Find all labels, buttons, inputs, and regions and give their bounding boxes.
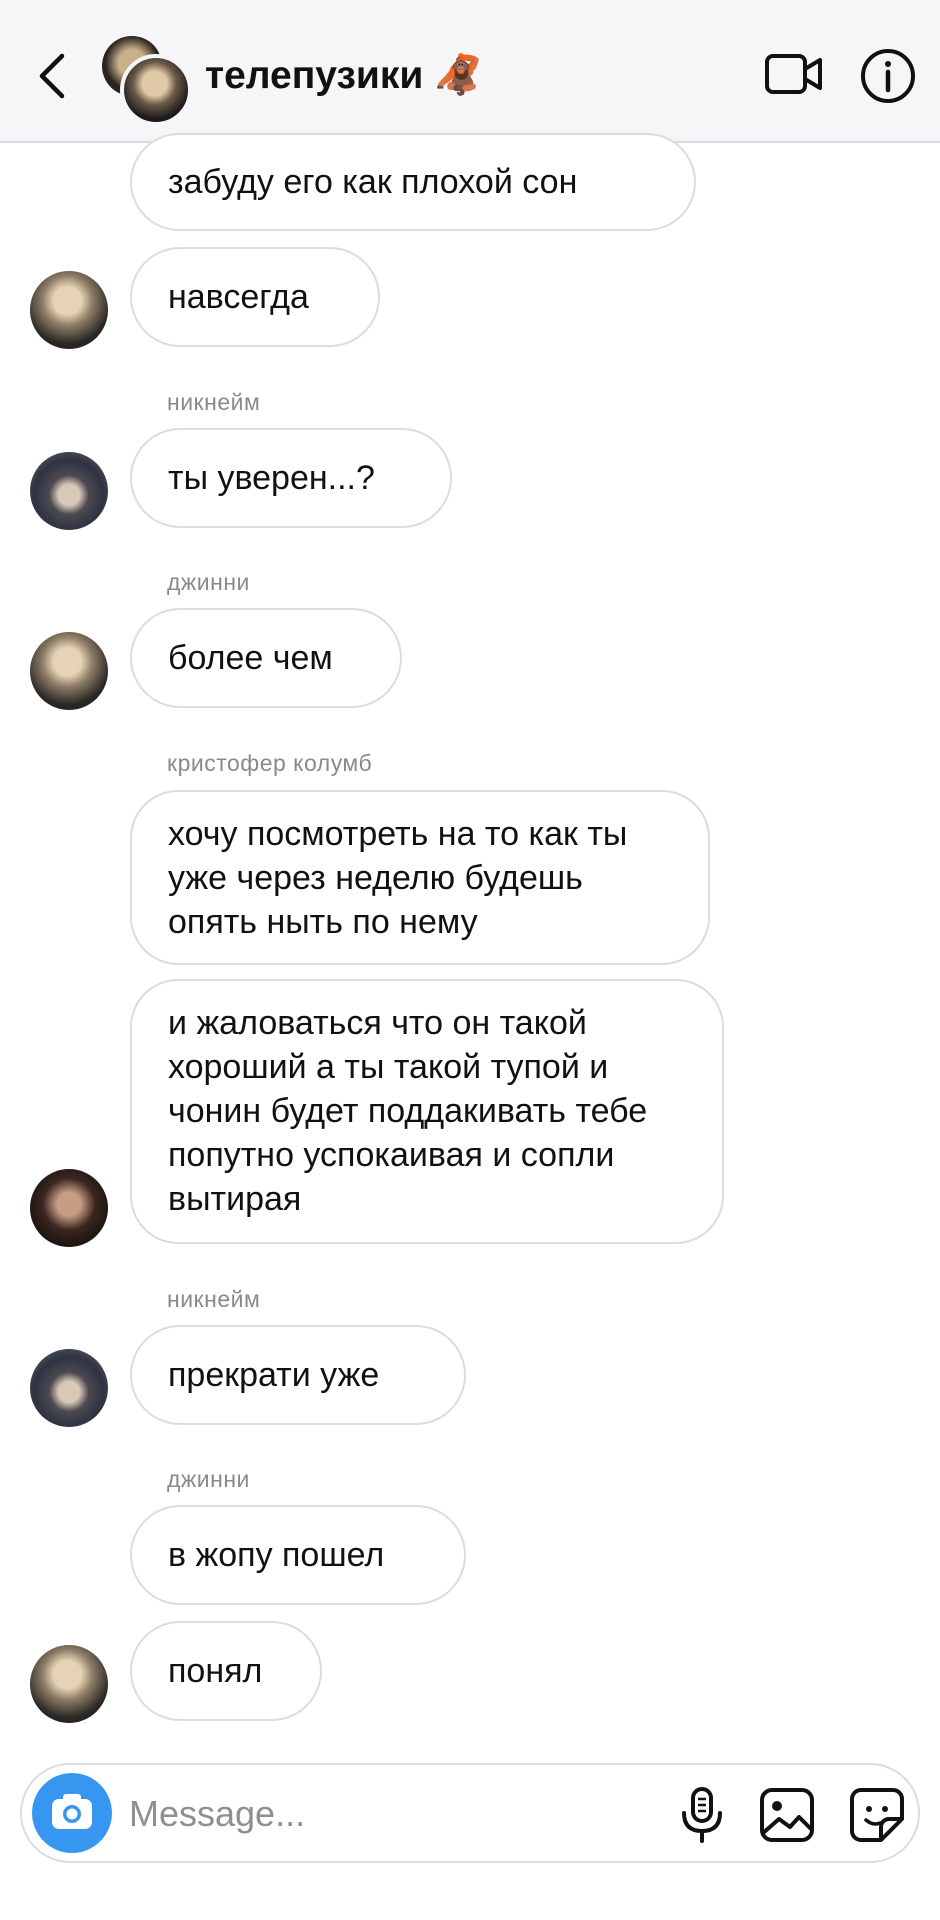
message-bubble[interactable]: ты уверен...? <box>130 428 452 528</box>
avatar[interactable] <box>30 1349 108 1427</box>
group-avatar[interactable] <box>102 36 192 126</box>
group-avatar-front <box>120 54 192 126</box>
microphone-icon[interactable] <box>672 1785 732 1845</box>
message-bubble[interactable]: понял <box>130 1621 322 1721</box>
avatar[interactable] <box>30 1169 108 1247</box>
message-text: навсегда <box>168 278 309 316</box>
message-text: в жопу пошел <box>168 1536 385 1574</box>
avatar[interactable] <box>30 452 108 530</box>
message-text: забуду его как плохой сон <box>168 163 578 201</box>
message-bubble[interactable]: навсегда <box>130 247 380 347</box>
chevron-left-icon[interactable] <box>30 46 74 106</box>
message-bubble[interactable]: в жопу пошел <box>130 1505 466 1605</box>
chat-title[interactable]: телепузики 🦧 <box>205 52 483 98</box>
avatar[interactable] <box>30 271 108 349</box>
sender-name: джинни <box>167 1466 250 1492</box>
message-text: и жаловаться что он такой хороший а ты т… <box>168 1004 648 1218</box>
message-composer <box>20 1763 920 1863</box>
sender-name: кристофер колумб <box>167 750 373 776</box>
camera-button[interactable] <box>32 1773 112 1853</box>
sticker-icon[interactable] <box>847 1785 907 1845</box>
video-camera-icon[interactable] <box>764 50 824 98</box>
message-text: более чем <box>168 639 333 677</box>
message-text: понял <box>168 1652 263 1690</box>
message-bubble[interactable]: хочу посмотреть на то как ты уже через н… <box>130 790 710 965</box>
avatar[interactable] <box>30 632 108 710</box>
message-bubble[interactable]: прекрати уже <box>130 1325 466 1425</box>
message-bubble[interactable]: более чем <box>130 608 402 708</box>
message-input[interactable] <box>127 1785 651 1843</box>
avatar[interactable] <box>30 1645 108 1723</box>
gallery-icon[interactable] <box>757 1785 817 1845</box>
chat-header: телепузики 🦧 <box>0 0 940 143</box>
message-text: прекрати уже <box>168 1356 380 1394</box>
message-text: хочу посмотреть на то как ты уже через н… <box>168 815 628 941</box>
info-icon[interactable] <box>860 48 916 104</box>
message-list: забуду его как плохой сон навсегда никне… <box>0 133 940 1743</box>
message-text: ты уверен...? <box>168 459 375 497</box>
camera-icon <box>52 1794 92 1829</box>
sender-name: джинни <box>167 569 250 595</box>
message-bubble[interactable]: и жаловаться что он такой хороший а ты т… <box>130 979 724 1244</box>
message-bubble[interactable]: забуду его как плохой сон <box>130 133 696 231</box>
sender-name: никнейм <box>167 1286 261 1312</box>
sender-name: никнейм <box>167 389 261 415</box>
